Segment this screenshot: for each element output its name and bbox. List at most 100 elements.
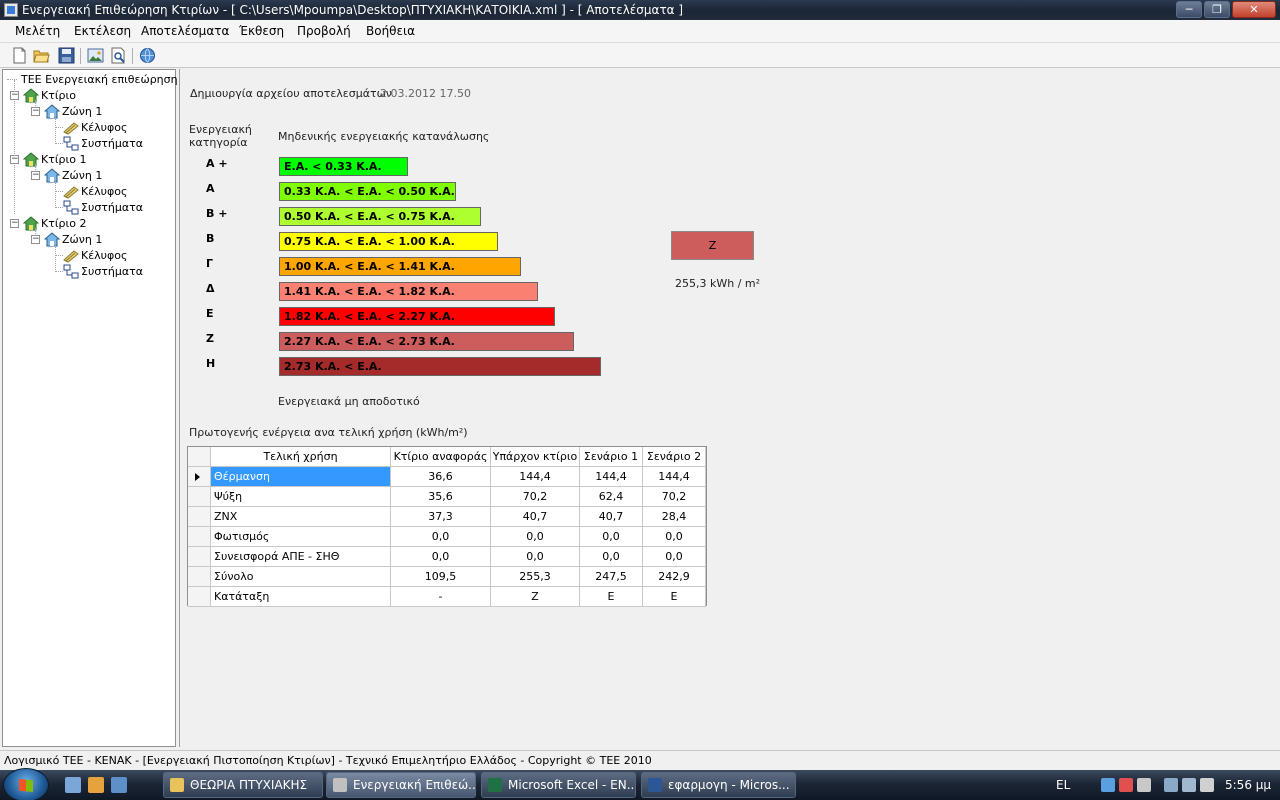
table-cell[interactable]: 109,5 <box>391 567 491 587</box>
table-cell[interactable]: 144,4 <box>580 467 643 487</box>
table-cell[interactable]: 144,4 <box>643 467 706 487</box>
new-file-icon[interactable] <box>11 47 28 64</box>
table-cell[interactable]: 35,6 <box>391 487 491 507</box>
menu-ektelesi[interactable]: Εκτέλεση <box>74 24 131 38</box>
column-header[interactable]: Τελική χρήση <box>211 447 391 467</box>
tree-item-systems[interactable]: Συστήματα <box>63 264 173 279</box>
volume-icon[interactable] <box>1200 778 1214 792</box>
table-cell[interactable]: Συνεισφορά ΑΠΕ - ΣΗΘ <box>211 547 391 567</box>
table-cell[interactable]: 62,4 <box>580 487 643 507</box>
tree-collapse-toggle[interactable]: − <box>31 171 40 180</box>
table-cell[interactable]: Σύνολο <box>211 567 391 587</box>
table-cell[interactable]: ΖΝΧ <box>211 507 391 527</box>
table-cell[interactable]: Ζ <box>491 587 580 607</box>
save-icon[interactable] <box>58 47 75 64</box>
table-cell[interactable]: 247,5 <box>580 567 643 587</box>
tree-item-zone[interactable]: Ζώνη 1 <box>44 232 164 247</box>
row-header[interactable] <box>188 527 211 547</box>
column-header[interactable]: Υπάρχον κτίριο <box>491 447 580 467</box>
tree-item-zone[interactable]: Ζώνη 1 <box>44 168 164 183</box>
table-cell[interactable]: 70,2 <box>491 487 580 507</box>
table-cell[interactable]: 0,0 <box>391 547 491 567</box>
table-cell[interactable]: 0,0 <box>643 547 706 567</box>
menu-meleti[interactable]: Μελέτη <box>15 24 60 38</box>
table-cell[interactable]: Ε <box>580 587 643 607</box>
tree-collapse-toggle[interactable]: − <box>10 91 19 100</box>
table-cell[interactable]: Ψύξη <box>211 487 391 507</box>
tree-item-shell[interactable]: Κέλυφος <box>63 248 173 263</box>
table-cell[interactable]: Ε <box>643 587 706 607</box>
tree-item-zone[interactable]: Ζώνη 1 <box>44 104 164 119</box>
tree-item-shell[interactable]: Κέλυφος <box>63 120 173 135</box>
media-player-icon[interactable] <box>88 777 104 793</box>
maximize-button[interactable]: ❐ <box>1204 1 1230 18</box>
switch-windows-icon[interactable] <box>111 777 127 793</box>
table-cell[interactable]: 28,4 <box>643 507 706 527</box>
tree-collapse-toggle[interactable]: − <box>31 235 40 244</box>
tree-root[interactable]: ΤΕΕ Ενεργειακή επιθεώρηση <box>21 72 178 87</box>
menu-apotelesmata[interactable]: Αποτελέσματα <box>141 24 229 38</box>
table-cell[interactable]: 255,3 <box>491 567 580 587</box>
tree-collapse-toggle[interactable]: − <box>10 219 19 228</box>
tree-item-systems[interactable]: Συστήματα <box>63 136 173 151</box>
help-globe-icon[interactable] <box>139 47 156 64</box>
table-cell[interactable]: 0,0 <box>580 527 643 547</box>
safely-remove-icon[interactable] <box>1164 778 1178 792</box>
tree-item-building[interactable]: Κτίριο <box>23 88 173 103</box>
taskbar-button-app[interactable]: Ενεργειακή Επιθεώ... <box>326 772 476 798</box>
column-header[interactable]: Σενάριο 2 <box>643 447 706 467</box>
row-header[interactable] <box>188 467 211 487</box>
menu-voitheia[interactable]: Βοήθεια <box>366 24 415 38</box>
minimize-button[interactable]: ─ <box>1176 1 1202 18</box>
table-cell[interactable]: Θέρμανση <box>211 467 391 487</box>
taskbar-button-word[interactable]: εφαρμογη - Micros... <box>641 772 796 798</box>
tree-building-label: Κτίριο <box>41 89 76 102</box>
table-cell[interactable]: 144,4 <box>491 467 580 487</box>
table-cell[interactable]: 70,2 <box>643 487 706 507</box>
table-cell[interactable]: 40,7 <box>491 507 580 527</box>
image-icon[interactable] <box>87 47 104 64</box>
table-cell[interactable]: Κατάταξη <box>211 587 391 607</box>
row-header[interactable] <box>188 547 211 567</box>
tree-collapse-toggle[interactable]: − <box>10 155 19 164</box>
table-cell[interactable]: - <box>391 587 491 607</box>
column-header[interactable]: Σενάριο 1 <box>580 447 643 467</box>
table-cell[interactable]: 37,3 <box>391 507 491 527</box>
table-cell[interactable]: 0,0 <box>491 547 580 567</box>
network-status-icon[interactable] <box>1182 778 1196 792</box>
column-header[interactable]: Κτίριο αναφοράς <box>391 447 491 467</box>
close-button[interactable]: ✕ <box>1232 1 1276 18</box>
tree-collapse-toggle[interactable]: − <box>31 107 40 116</box>
taskbar-button-excel[interactable]: Microsoft Excel - EN... <box>481 772 636 798</box>
row-header[interactable] <box>188 587 211 607</box>
table-cell[interactable]: 40,7 <box>580 507 643 527</box>
tree-item-building[interactable]: Κτίριο 2 <box>23 216 173 231</box>
table-cell[interactable]: 242,9 <box>643 567 706 587</box>
show-desktop-icon[interactable] <box>65 777 81 793</box>
menu-ekthesi[interactable]: Έκθεση <box>239 24 284 38</box>
language-indicator[interactable]: EL <box>1056 770 1070 800</box>
print-preview-icon[interactable] <box>110 47 127 64</box>
table-cell[interactable]: 0,0 <box>580 547 643 567</box>
table-cell[interactable]: Φωτισμός <box>211 527 391 547</box>
tree-item-shell[interactable]: Κέλυφος <box>63 184 173 199</box>
table-cell[interactable]: 36,6 <box>391 467 491 487</box>
menu-provoli[interactable]: Προβολή <box>297 24 351 38</box>
app-window-icon <box>333 778 347 792</box>
security-icon[interactable] <box>1119 778 1133 792</box>
table-cell[interactable]: 0,0 <box>491 527 580 547</box>
tray-app-icon[interactable] <box>1137 778 1151 792</box>
table-cell[interactable]: 0,0 <box>643 527 706 547</box>
row-header[interactable] <box>188 567 211 587</box>
tree-item-building[interactable]: Κτίριο 1 <box>23 152 173 167</box>
taskbar-button-folder[interactable]: ΘΕΩΡΙΑ ΠΤΥΧΙΑΚΗΣ <box>163 772 323 798</box>
table-cell[interactable]: 0,0 <box>391 527 491 547</box>
row-header[interactable] <box>188 487 211 507</box>
energy-class-bar: 1.00 Κ.Α. < Ε.Α. < 1.41 Κ.Α. <box>279 257 521 276</box>
open-folder-icon[interactable] <box>33 47 50 64</box>
tree-item-systems[interactable]: Συστήματα <box>63 200 173 215</box>
start-button[interactable] <box>3 768 49 800</box>
network-icon[interactable] <box>1101 778 1115 792</box>
row-header[interactable] <box>188 507 211 527</box>
clock[interactable]: 5:56 μμ <box>1225 770 1271 800</box>
